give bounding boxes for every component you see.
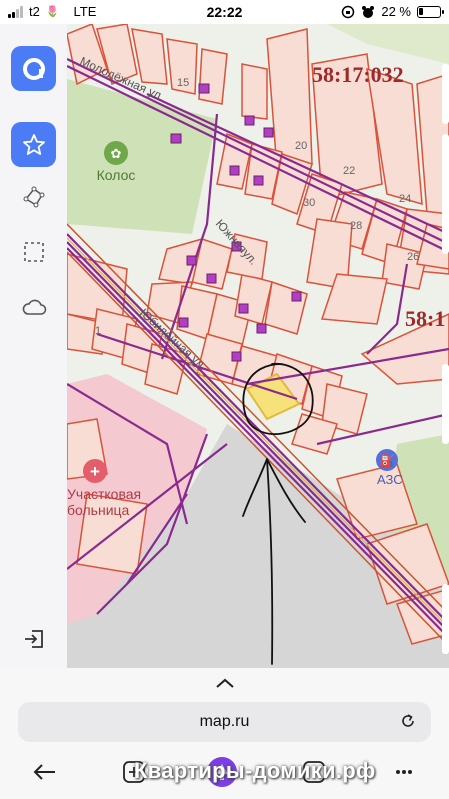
map-canvas[interactable]: ✿ Колос + Участковая больница ⛽ АЗС 58:1… xyxy=(67,24,449,668)
map-app-logo-icon xyxy=(22,57,45,80)
measure-button[interactable] xyxy=(11,174,56,219)
kolos-poi: ✿ xyxy=(104,141,128,165)
toolbar-collapse-handle[interactable] xyxy=(0,668,449,698)
hospital-poi: + xyxy=(83,459,107,483)
cadastral-map[interactable]: ✿ Колос + Участковая больница ⛽ АЗС 58:1… xyxy=(67,24,449,668)
reload-icon[interactable] xyxy=(399,712,417,730)
battery-fill xyxy=(419,7,423,15)
menu-dots-icon xyxy=(396,770,412,774)
map-toolbar xyxy=(0,24,67,668)
back-button[interactable] xyxy=(28,756,60,788)
gas-station-poi: ⛽ xyxy=(376,449,398,471)
plot-number: 30 xyxy=(303,197,315,209)
status-right: 22 % xyxy=(341,4,444,19)
status-bar: t2 🌷 LTE 22:22 22 % xyxy=(0,0,449,24)
login-button[interactable] xyxy=(11,616,56,661)
url-text: map.ru xyxy=(199,713,250,730)
menu-button[interactable] xyxy=(388,756,420,788)
poi-gas-label: АЗС xyxy=(377,472,403,487)
address-bar[interactable]: map.ru xyxy=(18,702,431,742)
select-area-icon xyxy=(23,241,44,262)
poi-kolos-label: Колос xyxy=(97,167,136,183)
svg-text:+: + xyxy=(90,462,100,481)
plot-number: 15 xyxy=(177,77,189,89)
exit-icon xyxy=(24,629,43,648)
back-arrow-icon xyxy=(33,764,55,780)
watermark: Квартиры-домики.рф xyxy=(134,758,376,783)
browser-address-area: map.ru xyxy=(0,698,449,748)
poi-hospital-line1: Участковая xyxy=(67,486,141,502)
battery-icon xyxy=(417,5,444,18)
svg-text:✿: ✿ xyxy=(111,146,122,161)
chevron-up-icon xyxy=(215,678,234,688)
battery-percent: 22 % xyxy=(381,4,411,19)
favorites-button[interactable] xyxy=(11,122,56,167)
rotation-lock-icon xyxy=(342,5,355,18)
app-logo-button[interactable] xyxy=(11,46,56,91)
cloud-icon xyxy=(22,299,46,315)
plot-number: 22 xyxy=(343,165,355,177)
alarm-icon xyxy=(362,5,375,18)
plot-number: 1 xyxy=(95,325,101,337)
plot-number: 24 xyxy=(399,193,411,205)
cloud-button[interactable] xyxy=(11,284,56,329)
polyline-tool-icon xyxy=(23,186,44,207)
plot-number: 26 xyxy=(407,251,419,263)
plot-number: 20 xyxy=(295,140,307,152)
svg-text:⛽: ⛽ xyxy=(380,454,395,468)
cadastral-code-2: 58:1 xyxy=(405,306,445,331)
star-icon xyxy=(22,133,45,155)
poi-hospital-line2: больница xyxy=(67,502,130,518)
cadastral-code-1: 58:17:032 xyxy=(312,62,404,87)
select-area-button[interactable] xyxy=(11,229,56,274)
plot-number: 28 xyxy=(350,220,362,232)
